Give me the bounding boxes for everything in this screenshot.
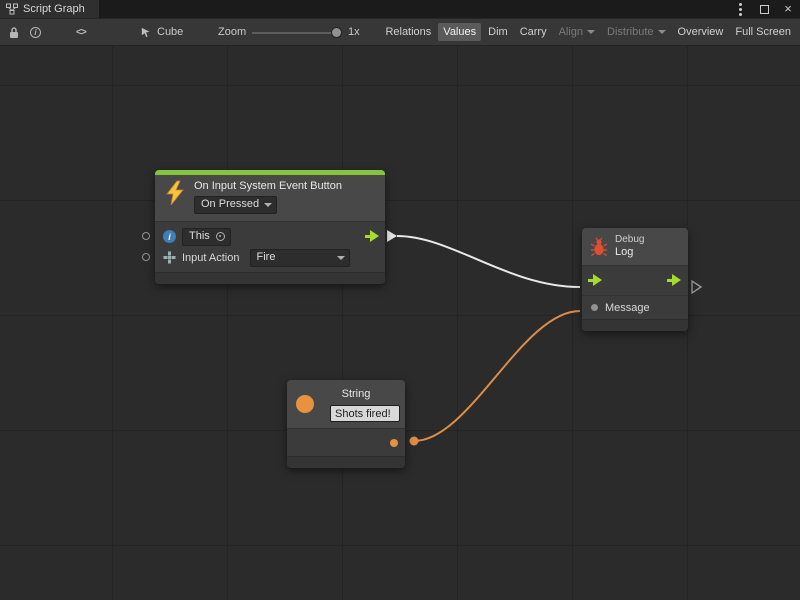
graph-target-breadcrumb[interactable]: Cube bbox=[140, 19, 183, 45]
info-icon: i bbox=[30, 27, 41, 38]
bug-icon bbox=[590, 237, 608, 257]
zoom-value: 1x bbox=[348, 19, 360, 45]
value-wire-string-to-message[interactable] bbox=[414, 311, 580, 441]
maximize-icon bbox=[760, 5, 769, 14]
title-bar: Script Graph × bbox=[0, 0, 800, 18]
toolbar-button-dim[interactable]: Dim bbox=[483, 23, 513, 41]
code-icon: <> bbox=[76, 27, 86, 38]
string-node-footer bbox=[287, 456, 405, 468]
string-node-header: String bbox=[287, 380, 405, 428]
input-action-dropdown[interactable]: Fire bbox=[250, 249, 350, 267]
toolbar-button-relations[interactable]: Relations bbox=[380, 23, 436, 41]
window-maximize-button[interactable] bbox=[758, 0, 770, 18]
message-row: Message bbox=[582, 295, 688, 319]
string-node-body bbox=[287, 428, 405, 456]
debug-node-title: Log bbox=[615, 246, 644, 259]
flow-wire-event-to-log[interactable] bbox=[397, 236, 580, 287]
toolbar-button-overview[interactable]: Overview bbox=[673, 23, 729, 41]
string-value-input[interactable] bbox=[330, 405, 400, 422]
flow-wire-start-arrow bbox=[387, 230, 397, 242]
debug-flow-row bbox=[582, 265, 688, 295]
graph-toolbar: i <> Cube Zoom 1x Relations Values Dim C… bbox=[0, 18, 800, 46]
flow-input-port[interactable] bbox=[588, 274, 603, 287]
input-action-input-port[interactable] bbox=[142, 253, 150, 261]
chevron-down-icon bbox=[658, 30, 666, 34]
flow-continuation-triangle bbox=[692, 281, 701, 293]
debug-node-footer bbox=[582, 319, 688, 331]
event-mode-dropdown[interactable]: On Pressed bbox=[194, 196, 277, 214]
this-object-picker[interactable]: This bbox=[182, 228, 231, 246]
event-node-title: On Input System Event Button bbox=[194, 180, 342, 192]
inspector-button[interactable]: i bbox=[30, 19, 41, 45]
toolbar-button-fullscreen[interactable]: Full Screen bbox=[730, 23, 796, 41]
tab-script-graph[interactable]: Script Graph bbox=[0, 0, 99, 18]
input-action-label: Input Action bbox=[182, 252, 240, 264]
message-label: Message bbox=[605, 302, 650, 314]
input-action-icon bbox=[163, 251, 176, 264]
lightning-bolt-icon bbox=[163, 180, 187, 206]
event-node-body: i This Input Action Fire bbox=[155, 221, 385, 272]
flow-output-port[interactable] bbox=[667, 274, 682, 287]
chevron-down-icon bbox=[587, 30, 595, 34]
flow-output-port[interactable] bbox=[365, 230, 380, 243]
string-type-icon bbox=[296, 395, 314, 413]
script-graph-window: Script Graph × i <> Cube Zoom bbox=[0, 0, 800, 600]
event-node-footer bbox=[155, 272, 385, 284]
debug-node-category: Debug bbox=[615, 234, 644, 246]
input-action-row: Input Action Fire bbox=[155, 247, 385, 268]
message-input-port[interactable] bbox=[591, 304, 598, 311]
event-node-header: On Input System Event Button On Pressed bbox=[155, 175, 385, 221]
node-debug-log[interactable]: Debug Log Message bbox=[582, 228, 688, 331]
lock-button[interactable] bbox=[8, 19, 20, 45]
string-node-title: String bbox=[321, 388, 391, 400]
graph-canvas[interactable]: On Input System Event Button On Pressed … bbox=[0, 46, 800, 600]
kebab-menu-icon bbox=[739, 8, 742, 11]
node-on-input-system-event-button[interactable]: On Input System Event Button On Pressed … bbox=[155, 170, 385, 284]
this-input-port[interactable] bbox=[142, 232, 150, 240]
window-menu-button[interactable] bbox=[734, 0, 746, 18]
this-row: i This bbox=[155, 226, 385, 247]
toolbar-button-align[interactable]: Align bbox=[554, 23, 600, 41]
this-label: This bbox=[189, 230, 210, 243]
cursor-icon bbox=[140, 27, 151, 38]
lock-icon bbox=[8, 26, 20, 39]
info-icon: i bbox=[163, 230, 176, 243]
toolbar-button-carry[interactable]: Carry bbox=[515, 23, 552, 41]
graph-icon bbox=[6, 3, 18, 15]
zoom-label: Zoom bbox=[218, 19, 246, 45]
tab-title: Script Graph bbox=[23, 3, 85, 15]
zoom-slider-track[interactable] bbox=[252, 32, 340, 34]
window-close-button[interactable]: × bbox=[782, 0, 794, 18]
debug-node-header: Debug Log bbox=[582, 228, 688, 265]
string-output-port[interactable] bbox=[390, 439, 398, 447]
code-preview-button[interactable]: <> bbox=[76, 19, 86, 45]
toolbar-button-group: Relations Values Dim Carry Align Distrib… bbox=[379, 19, 797, 45]
target-picker-icon bbox=[216, 232, 225, 241]
toolbar-button-distribute[interactable]: Distribute bbox=[602, 23, 670, 41]
node-string-literal[interactable]: String bbox=[287, 380, 405, 468]
toolbar-button-values[interactable]: Values bbox=[438, 23, 481, 41]
window-controls: × bbox=[734, 0, 794, 18]
target-object-label: Cube bbox=[157, 26, 183, 38]
zoom-slider-knob[interactable] bbox=[331, 27, 342, 38]
